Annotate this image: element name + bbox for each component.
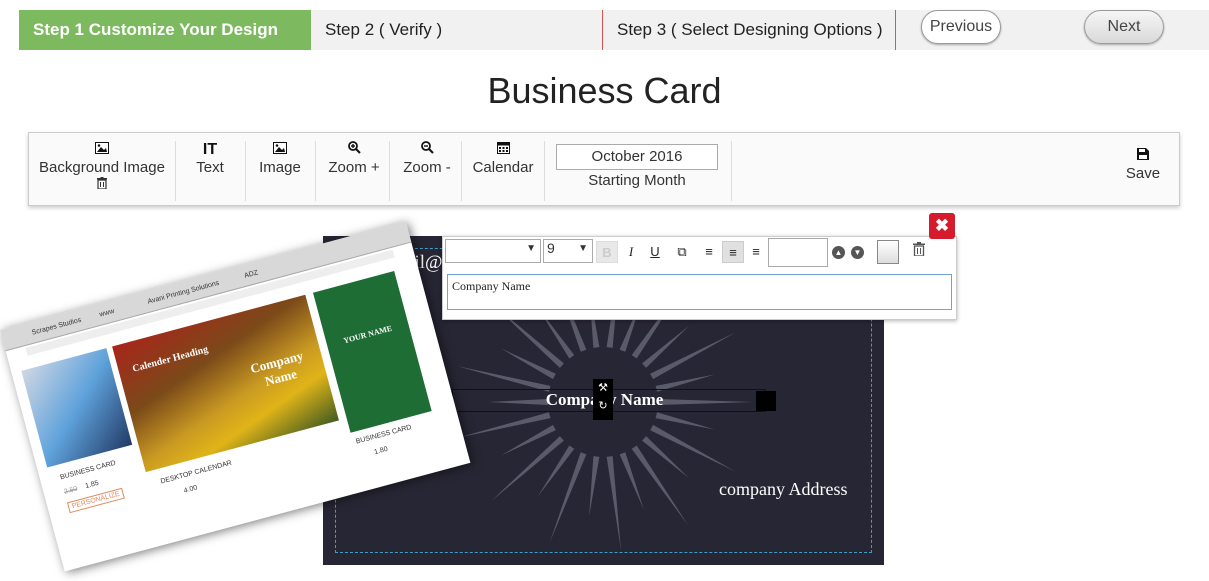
text-icon: IT: [202, 141, 218, 158]
product-caption: BUSINESS CARD: [59, 459, 117, 482]
image-icon: [37, 141, 167, 159]
starting-month-input[interactable]: October 2016: [556, 144, 718, 170]
close-icon[interactable]: ✖: [929, 213, 955, 239]
step-1[interactable]: Step 1 Customize Your Design: [19, 10, 311, 50]
zoom-in-button[interactable]: Zoom +: [325, 141, 383, 176]
divider: [315, 141, 316, 201]
align-left-icon[interactable]: ≡: [698, 241, 720, 263]
zoom-out-icon: [399, 141, 455, 159]
page-title: Business Card: [487, 70, 722, 111]
text-edit-popup: ▼ 9 ▼ B I U ⧉ ≡ ≡ ≡ ▲ ▼ Company Name: [442, 236, 957, 320]
design-toolbar: Background Image IT Text Image Zoom + Zo…: [28, 132, 1180, 206]
divider: [461, 141, 462, 201]
product-price: 1.85: [84, 479, 100, 491]
align-center-icon[interactable]: ≡: [722, 241, 744, 263]
save-icon: [1121, 147, 1165, 165]
zoom-out-button[interactable]: Zoom -: [399, 141, 455, 176]
calendar-button[interactable]: Calendar: [469, 141, 537, 176]
text-content-textarea[interactable]: Company Name: [447, 274, 952, 310]
divider: [175, 141, 176, 201]
trash-icon[interactable]: [37, 176, 167, 194]
old-price: 2.50: [63, 485, 79, 496]
calendar-icon: [469, 141, 537, 159]
image-label: Image: [259, 159, 301, 176]
underline-button[interactable]: U: [644, 241, 666, 263]
previous-button[interactable]: Previous: [921, 10, 1001, 44]
rotate-icon[interactable]: ↻: [593, 397, 613, 415]
dropdown-arrow-icon: ▼: [578, 243, 588, 254]
font-family-select[interactable]: ▼: [445, 239, 541, 263]
card-address-text[interactable]: company Address: [719, 479, 847, 500]
image-button[interactable]: Image: [255, 141, 305, 176]
text-button[interactable]: IT Text: [187, 141, 233, 176]
text-label: Text: [196, 159, 224, 176]
align-right-icon[interactable]: ≡: [745, 241, 767, 263]
step-3[interactable]: Step 3 ( Select Designing Options ): [603, 10, 896, 50]
zoom-out-label: Zoom -: [403, 159, 451, 176]
calendar-label: Calendar: [472, 159, 534, 176]
next-button[interactable]: Next: [1084, 10, 1164, 44]
delete-icon[interactable]: [913, 242, 925, 260]
starting-month-label: Starting Month: [588, 172, 686, 189]
chevron-up-icon[interactable]: ▲: [832, 246, 845, 259]
dropdown-arrow-icon: ▼: [526, 243, 536, 254]
product-heading: Company Name: [248, 347, 305, 389]
step-2[interactable]: Step 2 ( Verify ): [311, 10, 603, 50]
image-icon: [255, 141, 305, 159]
background-image-label: Background Image: [39, 159, 165, 176]
divider: [389, 141, 390, 201]
italic-button[interactable]: I: [620, 241, 642, 263]
zoom-in-label: Zoom +: [328, 159, 380, 176]
chevron-down-icon[interactable]: ▼: [851, 246, 864, 259]
save-button[interactable]: Save: [1121, 147, 1165, 182]
zoom-in-icon: [325, 141, 383, 159]
letter-spacing-input[interactable]: [768, 238, 828, 267]
font-size-select[interactable]: 9 ▼: [543, 239, 593, 263]
save-label: Save: [1125, 165, 1161, 182]
bold-button[interactable]: B: [596, 241, 618, 263]
tools-icon[interactable]: ⚒: [593, 379, 613, 397]
product-heading: YOUR NAME: [342, 323, 394, 346]
copy-icon[interactable]: ⧉: [671, 241, 693, 263]
product-price: 4.00: [183, 484, 199, 495]
product-price: 1.80: [373, 445, 389, 457]
divider: [731, 141, 732, 201]
steps-bar: Step 1 Customize Your Design Step 2 ( Ve…: [19, 10, 1209, 50]
product-heading: Calender Heading: [131, 344, 210, 375]
color-picker-button[interactable]: [877, 240, 899, 264]
divider: [245, 141, 246, 201]
divider: [544, 141, 545, 201]
move-rotate-handle[interactable]: ⚒ ↻: [593, 379, 613, 420]
background-image-button[interactable]: Background Image: [37, 141, 167, 194]
browser-tab: www: [98, 307, 116, 319]
business-card-thumbnail: [21, 348, 133, 468]
starting-month-group: October 2016 Starting Month: [555, 139, 719, 189]
browser-tab: ADZ: [243, 269, 259, 280]
